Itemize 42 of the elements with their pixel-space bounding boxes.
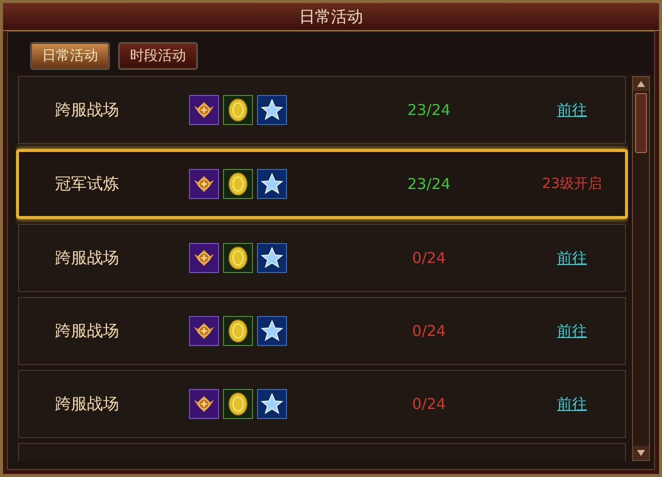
shield-badge-icon xyxy=(189,316,219,346)
activity-row[interactable]: 跨服战场 0/24 前往 xyxy=(18,224,626,292)
coin-icon xyxy=(223,389,253,419)
star-gem-icon xyxy=(257,389,287,419)
star-gem-icon xyxy=(257,169,287,199)
progress-count: 23/24 xyxy=(407,174,451,195)
scroll-thumb[interactable] xyxy=(635,93,647,153)
go-link[interactable]: 前往 xyxy=(557,98,587,122)
go-link[interactable]: 前往 xyxy=(557,246,587,270)
coin-icon xyxy=(223,95,253,125)
shield-badge-icon xyxy=(189,243,219,273)
shield-badge-icon xyxy=(189,169,219,199)
scroll-up-icon[interactable] xyxy=(633,77,649,91)
activity-name: 冠军试炼 xyxy=(54,173,120,195)
star-gem-icon xyxy=(257,243,287,273)
star-gem-icon xyxy=(257,316,287,346)
go-link[interactable]: 前往 xyxy=(557,392,587,416)
activity-name: 跨服战场 xyxy=(54,247,120,269)
coin-icon xyxy=(223,169,253,199)
progress-count: 0/24 xyxy=(412,320,446,342)
progress-count: 23/24 xyxy=(407,100,451,121)
go-link[interactable]: 前往 xyxy=(557,320,587,342)
activity-row[interactable]: 冠军试炼 23/24 23级开启 xyxy=(16,149,628,219)
tab[interactable]: 日常活动 xyxy=(30,42,110,70)
coin-icon xyxy=(223,243,253,273)
activity-name: 跨服战场 xyxy=(54,393,120,415)
level-requirement: 23级开启 xyxy=(542,174,602,194)
activity-row[interactable]: 跨服战场 0/24 前往 xyxy=(18,297,626,365)
shield-badge-icon xyxy=(189,389,219,419)
shield-badge-icon xyxy=(189,95,219,125)
activity-name: 跨服战场 xyxy=(54,320,120,342)
scrollbar[interactable] xyxy=(632,76,650,461)
progress-count: 0/24 xyxy=(412,248,446,269)
progress-count: 0/24 xyxy=(412,394,446,415)
star-gem-icon xyxy=(257,95,287,125)
activity-name: 跨服战场 xyxy=(54,99,120,121)
tab[interactable]: 时段活动 xyxy=(118,42,198,70)
scroll-down-icon[interactable] xyxy=(633,446,649,460)
activity-row[interactable]: 跨服战场 0/24 前往 xyxy=(18,370,626,438)
activity-row[interactable]: 跨服战场 23/24 前往 xyxy=(18,76,626,144)
window-title: 日常活动 xyxy=(299,6,363,28)
coin-icon xyxy=(223,316,253,346)
